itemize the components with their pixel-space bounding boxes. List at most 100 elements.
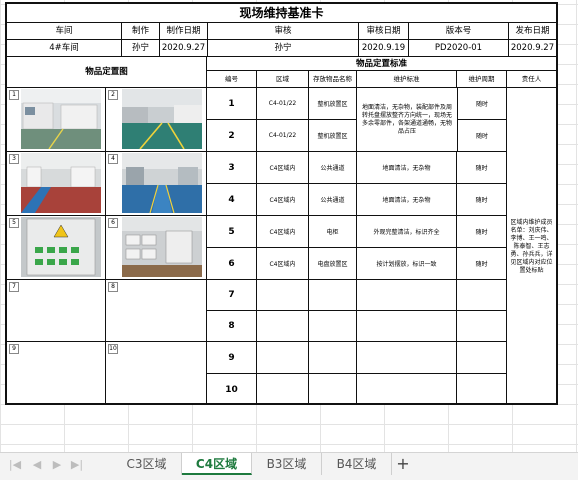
value-version[interactable]: PD2020-01 [409,40,509,56]
row-cycle: 随时 [457,184,507,215]
photo-number: 10 [108,344,118,354]
photo-cell[interactable]: 5 [7,216,106,280]
photo-cell[interactable]: 3 [7,152,106,216]
sheet-tab-bar: |◀ ◀ ▶ ▶| C3区域 C4区域 B3区域 B4区域 + [0,452,578,480]
row-cycle: 随时 [457,120,507,151]
value-release-date[interactable]: 2020.9.27 [509,40,556,56]
col-header-cycle: 维护周期 [457,71,507,87]
table-row[interactable]: 8 [207,311,507,342]
row-standard [357,311,457,341]
first-sheet-icon[interactable]: |◀ [8,458,22,472]
row-cycle [457,280,507,310]
header-values-row: 4#车间 孙宁 2020.9.27 孙宁 2020.9.19 PD2020-01… [7,40,556,57]
row-item [309,311,357,341]
electric-cabinet-photo [21,217,101,277]
workshop-photo-red-floor [21,153,101,213]
row-no: 9 [207,342,257,373]
row-standard: 外观完整清洁，标识齐全 [357,216,457,247]
label-make-date: 制作日期 [160,23,208,39]
label-release-date: 发布日期 [515,26,550,36]
photo-cell[interactable]: 9 [7,342,106,404]
next-sheet-icon[interactable]: ▶ [50,458,64,472]
photo-cell[interactable]: 7 [7,280,106,342]
row-item [309,342,357,373]
table-row[interactable]: 6 C4区域内 电盘放置区 按计划摆放，标识一致 随时 [207,248,507,280]
row-area: C4区域内 [257,184,309,215]
col-header-item: 存放物品名称 [309,71,357,87]
row-item: 电盘放置区 [309,248,357,279]
row-cycle [457,342,507,373]
value-workshop[interactable]: 4#车间 [7,40,122,56]
photo-number: 1 [9,90,19,100]
row-cycle: 随时 [457,216,507,247]
row-area [257,374,309,405]
row-no: 2 [207,120,257,151]
photo-panel: 物品定置图 1 2 3 4 5 6 7 8 9 10 [7,57,207,405]
row-cycle: 随时 [457,88,507,119]
table-row[interactable]: 10 [207,374,507,405]
photo-number: 8 [108,282,118,292]
row-cycle: 随时 [457,248,507,279]
standards-title: 物品定置标准 [207,57,556,71]
photo-cell[interactable]: 6 [106,216,206,280]
value-reviewer[interactable]: 孙宁 [208,40,359,56]
row-standard: 地面清洁，无杂物 [357,152,457,183]
table-row[interactable]: 4 C4区域内 公共通道 地面清洁，无杂物 随时 [207,184,507,216]
merged-standard-cell[interactable]: 地面清洁，无杂物，装配部件及周转托盘摆放整齐方向统一，现场无多余零部件，各架通道… [357,88,458,152]
tab-b3[interactable]: B3区域 [252,453,322,475]
tab-c4[interactable]: C4区域 [182,453,252,475]
col-header-no: 编号 [207,71,257,87]
row-no: 3 [207,152,257,183]
row-standard [357,342,457,373]
row-no: 5 [207,216,257,247]
add-sheet-icon[interactable]: + [394,454,412,474]
workshop-photo-aisle [122,89,202,149]
row-no: 8 [207,311,257,341]
table-row[interactable]: 5 C4区域内 电柜 外观完整清洁，标识齐全 随时 [207,216,507,248]
photo-cell[interactable]: 8 [106,280,206,342]
last-sheet-icon[interactable]: ▶| [70,458,84,472]
photo-cell[interactable]: 10 [106,342,206,404]
row-area: C4-01/22 [257,120,309,151]
workshop-photo-blue-floor [122,153,202,213]
prev-sheet-icon[interactable]: ◀ [30,458,44,472]
photo-number: 9 [9,344,19,354]
row-item: 公共通道 [309,152,357,183]
col-header-responsible: 责任人 [521,75,542,83]
responsible-cell[interactable]: 区域内维护成员名单：刘庆伟、李博、王一鸣、陈泰智、王志勇、孙兵兵，详见区域内对应… [507,88,556,405]
tab-c3[interactable]: C3区域 [112,453,182,475]
row-no: 1 [207,88,257,119]
table-row[interactable]: 3 C4区域内 公共通道 地面清洁，无杂物 随时 [207,152,507,184]
table-row[interactable]: 9 [207,342,507,374]
row-standard: 地面清洁，无杂物 [357,184,457,215]
row-item: 整机放置区 [309,88,357,119]
table-row[interactable]: 7 [207,280,507,311]
photo-panel-title: 物品定置图 [7,57,206,88]
row-area: C4-01/22 [257,88,309,119]
value-maker[interactable]: 孙宁 [122,40,160,56]
row-cycle [457,311,507,341]
row-standard: 按计划摆放，标识一致 [357,248,457,279]
photo-number: 3 [9,154,19,164]
photo-number: 5 [9,218,19,228]
standards-panel: 物品定置标准 编号 区域 存放物品名称 维护标准 维护周期 责任人 1 C4-0… [207,57,556,405]
photo-cell[interactable]: 1 [7,88,106,152]
photo-cell[interactable]: 2 [106,88,206,152]
photo-cell[interactable]: 4 [106,152,206,216]
row-area: C4区域内 [257,152,309,183]
label-reviewer: 审核 [208,23,359,39]
standards-rows: 1 C4-01/22 整机放置区 随时 2 C4-01/22 整机放置区 随时 … [207,88,556,405]
row-cycle: 随时 [457,152,507,183]
row-area: C4区域内 [257,216,309,247]
header-labels-row: 车间 制作 制作日期 审核 审核日期 版本号 发布日期 [7,23,556,40]
row-standard [357,374,457,405]
row-area [257,280,309,310]
photo-number: 4 [108,154,118,164]
value-review-date[interactable]: 2020.9.19 [359,40,409,56]
row-no: 4 [207,184,257,215]
tab-b4[interactable]: B4区域 [322,453,392,475]
label-version: 版本号 [409,23,509,39]
row-item [309,280,357,310]
row-item [309,374,357,405]
value-make-date[interactable]: 2020.9.27 [160,40,208,56]
